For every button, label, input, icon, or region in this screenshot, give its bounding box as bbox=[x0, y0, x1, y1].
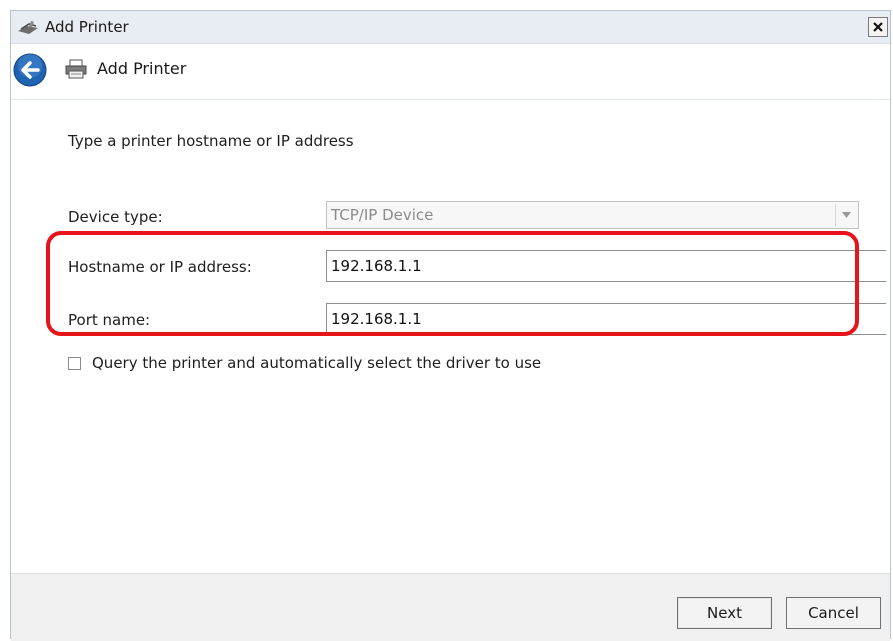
device-type-select[interactable]: TCP/IP Device bbox=[326, 201, 859, 229]
add-printer-window: Add Printer Add Printer Type a printer h… bbox=[10, 10, 891, 641]
title-bar: Add Printer bbox=[11, 11, 890, 44]
next-button[interactable]: Next bbox=[677, 597, 772, 629]
wizard-content: Type a printer hostname or IP address De… bbox=[11, 100, 890, 573]
cancel-button[interactable]: Cancel bbox=[786, 597, 881, 629]
chevron-down-icon bbox=[841, 212, 851, 218]
port-name-input[interactable] bbox=[326, 303, 886, 335]
button-bar: Next Cancel bbox=[11, 573, 890, 641]
close-button[interactable] bbox=[868, 17, 888, 37]
printer-wizard-icon bbox=[18, 20, 38, 34]
query-printer-option[interactable]: Query the printer and automatically sele… bbox=[68, 353, 541, 373]
instruction-heading: Type a printer hostname or IP address bbox=[68, 132, 354, 150]
navigation-bar: Add Printer bbox=[11, 44, 890, 100]
window-title: Add Printer bbox=[45, 18, 129, 36]
printer-icon bbox=[65, 59, 87, 79]
back-arrow-icon[interactable] bbox=[13, 53, 47, 87]
query-printer-label: Query the printer and automatically sele… bbox=[92, 354, 542, 372]
query-printer-checkbox[interactable] bbox=[68, 356, 81, 370]
hostname-input[interactable] bbox=[326, 250, 886, 282]
device-type-value: TCP/IP Device bbox=[331, 206, 434, 224]
port-name-label: Port name: bbox=[68, 311, 151, 329]
page-title: Add Printer bbox=[97, 59, 187, 78]
device-type-label: Device type: bbox=[68, 208, 163, 226]
close-icon bbox=[873, 22, 883, 32]
dropdown-arrow[interactable] bbox=[835, 204, 856, 226]
hostname-label: Hostname or IP address: bbox=[68, 258, 252, 276]
